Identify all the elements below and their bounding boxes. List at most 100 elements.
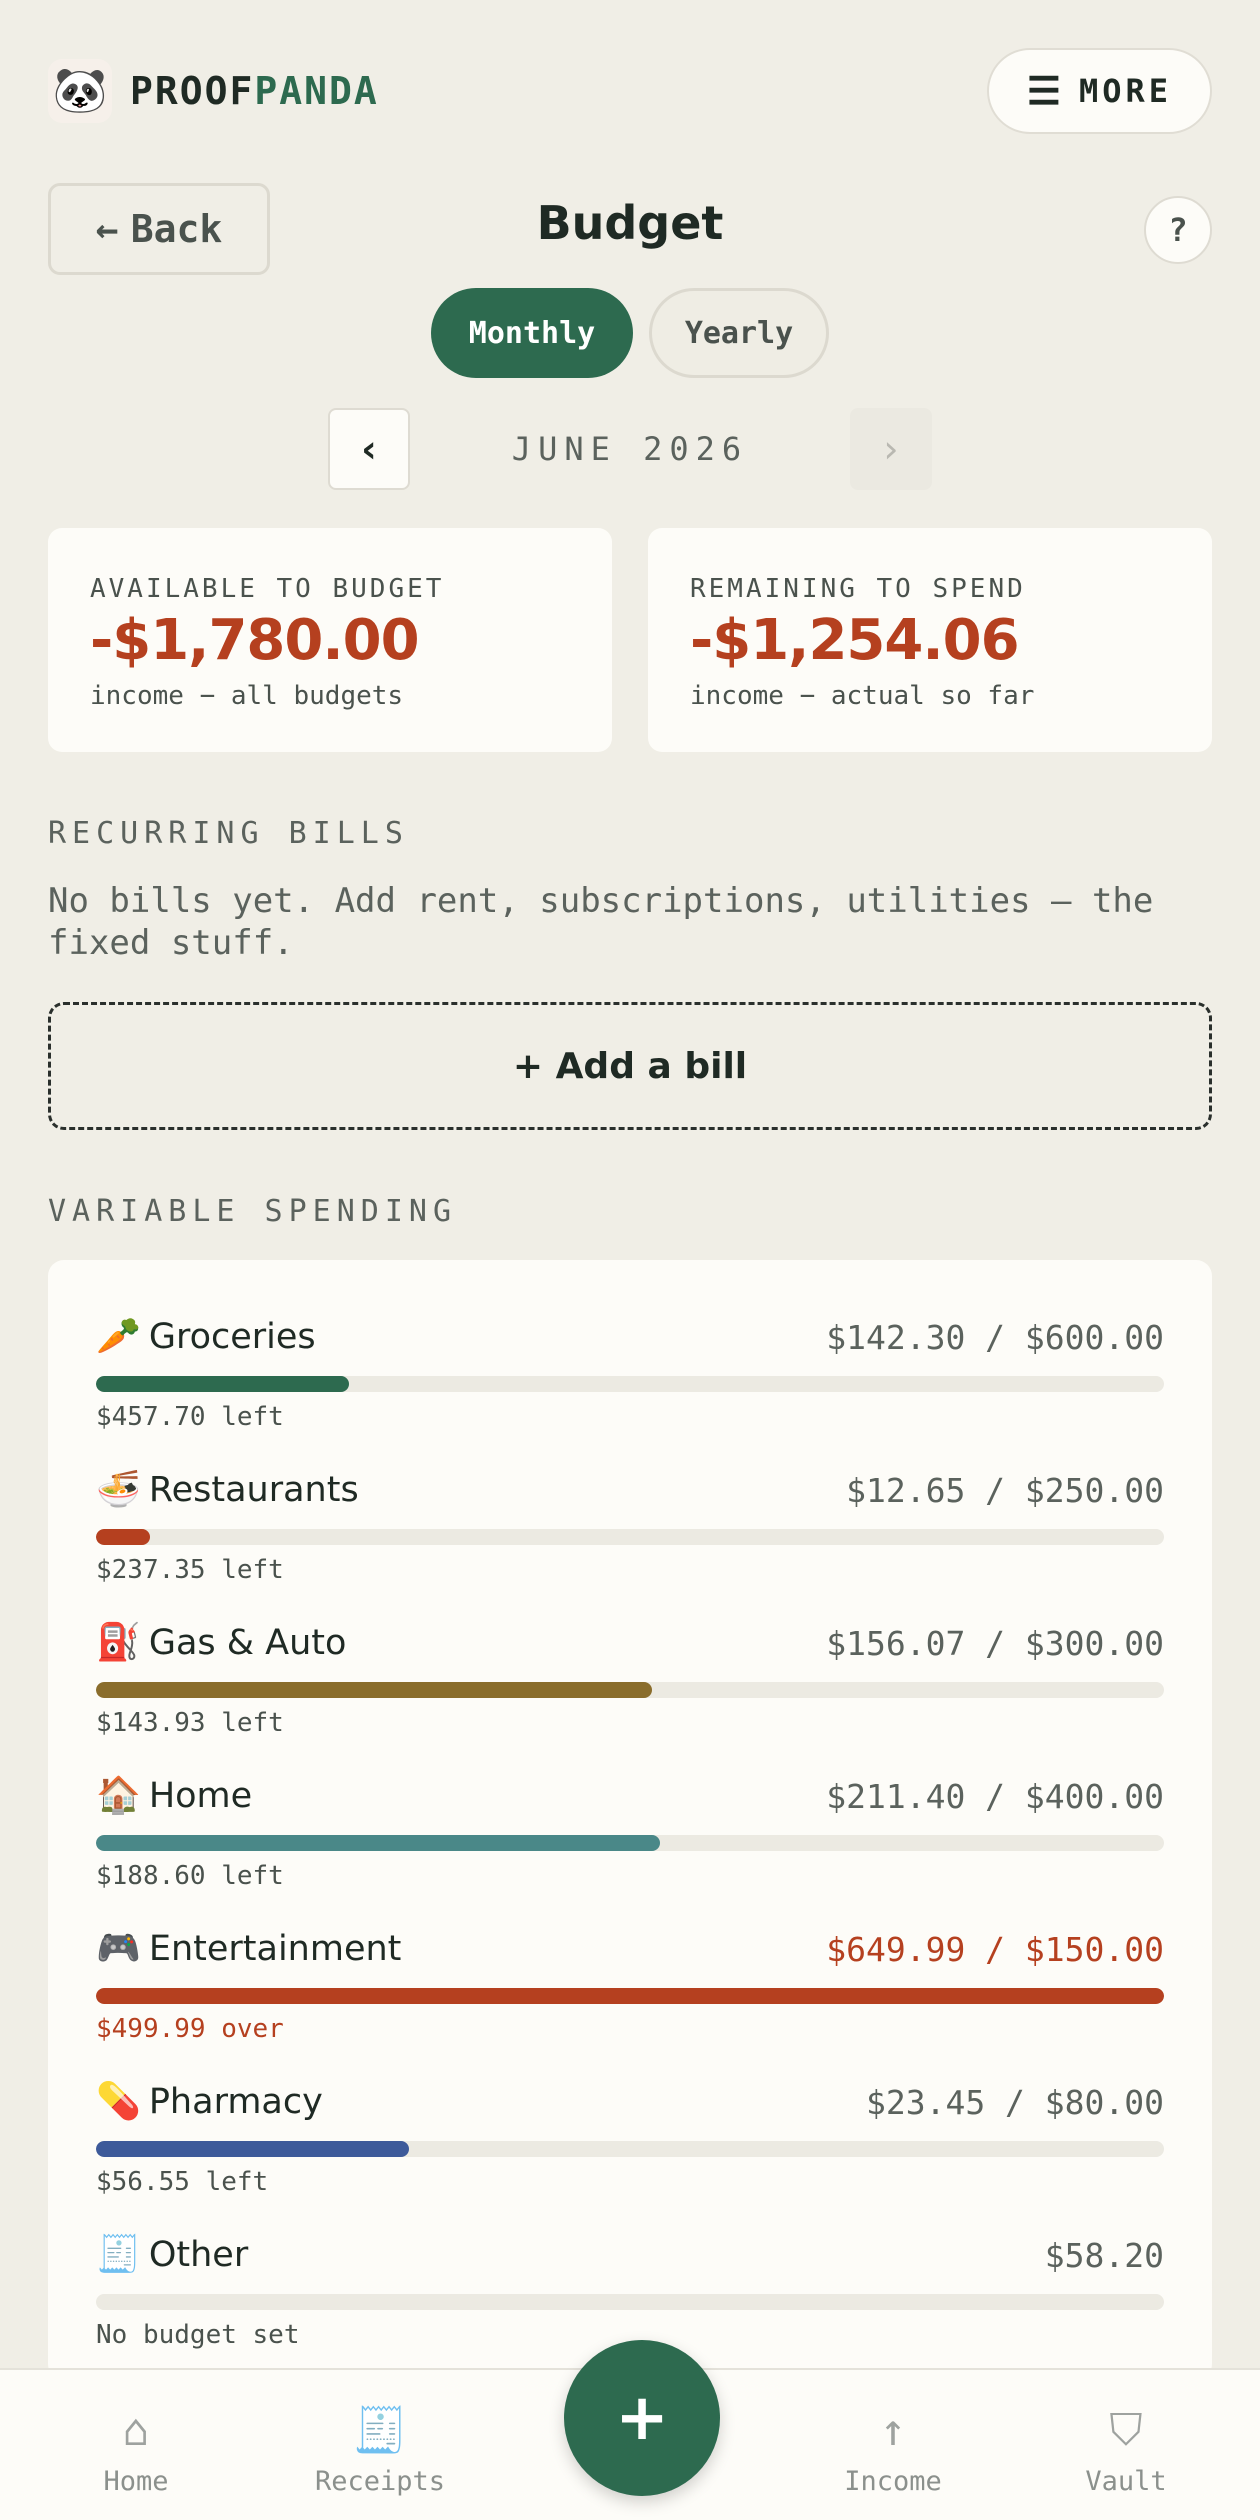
home-icon: ⌂ [122,2405,150,2456]
more-label: MORE [1078,72,1172,110]
category-amount: $649.99 / $150.00 [826,1929,1164,1969]
progress-track [96,1529,1164,1545]
category-row[interactable]: 💊 Pharmacy $23.45 / $80.00 $56.55 left [96,2077,1164,2230]
category-label: Pharmacy [148,2082,323,2122]
category-row[interactable]: 🎮 Entertainment $649.99 / $150.00 $499.99 o… [96,1924,1164,2077]
category-remaining: $457.70 left [96,1402,284,1432]
game-controller-icon: 🎮 [96,1928,141,1969]
period-toggle: Monthly Yearly [0,288,1260,378]
receipt-icon: 🧾 [352,2405,408,2456]
category-header: 🍜 Restaurants $12.65 / $250.00 [96,1465,1164,1515]
top-bar: 🐼 PROOFPANDA ☰ MORE [48,48,1212,134]
category-label: Restaurants [148,1470,359,1510]
nav-home[interactable]: ⌂ Home [46,2405,226,2498]
summary-cards: AVAILABLE TO BUDGET -$1,780.00 income − … [48,528,1212,752]
nav-income-label: Income [844,2466,942,2497]
category-label: Other [148,2235,249,2275]
pill-icon: 💊 [96,2081,141,2122]
nav-income[interactable]: ↑ Income [803,2405,983,2498]
category-header: 🏠 Home $211.40 / $400.00 [96,1771,1164,1821]
category-amount: $211.40 / $400.00 [826,1776,1164,1816]
progress-track [96,1682,1164,1698]
brand-accent: PANDA [254,69,379,113]
progress-track [96,1835,1164,1851]
nav-receipts-label: Receipts [314,2466,446,2497]
category-name: 🎮 Entertainment [96,1929,401,1969]
next-month-button[interactable]: › [850,408,932,490]
recurring-bills-heading: RECURRING BILLS [48,816,409,851]
help-button[interactable]: ? [1144,196,1212,264]
progress-track [96,2294,1164,2310]
toggle-monthly[interactable]: Monthly [431,288,633,378]
brand[interactable]: 🐼 PROOFPANDA [48,59,379,123]
available-to-budget-card: AVAILABLE TO BUDGET -$1,780.00 income − … [48,528,612,752]
remaining-to-spend-card: REMAINING TO SPEND -$1,254.06 income − a… [648,528,1212,752]
progress-track [96,1988,1164,2004]
panda-icon: 🐼 [48,59,112,123]
category-label: Groceries [148,1317,316,1357]
category-header: ⛽ Gas & Auto $156.07 / $300.00 [96,1618,1164,1668]
category-header: 💊 Pharmacy $23.45 / $80.00 [96,2077,1164,2127]
add-transaction-fab[interactable]: + [564,2340,720,2496]
month-navigator: ‹ JUNE 2026 › [0,408,1260,490]
progress-fill [96,1529,151,1545]
category-row[interactable]: 🥕 Groceries $142.30 / $600.00 $457.70 left [96,1312,1164,1465]
category-amount: $142.30 / $600.00 [826,1317,1164,1357]
brand-name: PROOFPANDA [130,69,379,113]
toggle-yearly[interactable]: Yearly [649,288,829,378]
variable-spending-heading: VARIABLE SPENDING [48,1194,458,1229]
category-amount: $156.07 / $300.00 [826,1623,1164,1663]
progress-fill [96,1376,350,1392]
category-header: 🥕 Groceries $142.30 / $600.00 [96,1312,1164,1362]
nav-receipts[interactable]: 🧾 Receipts [290,2405,470,2498]
progress-fill [96,1835,661,1851]
category-name: 🍜 Restaurants [96,1470,359,1510]
remaining-value: -$1,254.06 [690,608,1020,673]
category-row[interactable]: ⛽ Gas & Auto $156.07 / $300.00 $143.93 left [96,1618,1164,1771]
category-row[interactable]: 🏠 Home $211.40 / $400.00 $188.60 left [96,1771,1164,1924]
category-header: 🎮 Entertainment $649.99 / $150.00 [96,1924,1164,1974]
category-row[interactable]: 🍜 Restaurants $12.65 / $250.00 $237.35 left [96,1465,1164,1618]
category-label: Entertainment [148,1929,402,1969]
category-label: Home [148,1776,253,1816]
category-amount: $12.65 / $250.00 [846,1470,1164,1510]
hamburger-icon: ☰ [1026,69,1061,113]
receipt-icon: 🧾 [96,2234,141,2275]
remaining-note: income − actual so far [690,681,1035,711]
category-name: 🧾 Other [96,2235,248,2275]
category-remaining: $188.60 left [96,1861,284,1891]
remaining-label: REMAINING TO SPEND [690,574,1026,604]
noodle-bowl-icon: 🍜 [96,1469,141,1510]
progress-fill [96,1988,1164,2004]
fuel-pump-icon: ⛽ [96,1622,141,1663]
nav-vault[interactable]: ⛉ Vault [1036,2405,1216,2498]
category-remaining: $237.35 left [96,1555,284,1585]
brand-prefix: PROOF [130,69,255,113]
prev-month-button[interactable]: ‹ [328,408,410,490]
more-button[interactable]: ☰ MORE [986,48,1212,134]
available-value: -$1,780.00 [90,608,420,673]
variable-spending-card: 🥕 Groceries $142.30 / $600.00 $457.70 left 🍜… [48,1260,1212,2380]
category-header: 🧾 Other $58.20 [96,2230,1164,2280]
category-name: 🥕 Groceries [96,1317,316,1357]
category-name: ⛽ Gas & Auto [96,1623,346,1663]
category-amount: $23.45 / $80.00 [865,2082,1164,2122]
category-label: Gas & Auto [148,1623,347,1663]
available-label: AVAILABLE TO BUDGET [90,574,445,604]
add-bill-button[interactable]: + Add a bill [48,1002,1212,1130]
house-icon: 🏠 [96,1775,141,1816]
arrow-up-icon: ↑ [879,2405,907,2456]
page-title: Budget [536,196,724,250]
progress-track [96,2141,1164,2157]
recurring-empty-text: No bills yet. Add rent, subscriptions, u… [48,881,1154,963]
category-name: 💊 Pharmacy [96,2082,323,2122]
shield-icon: ⛉ [1109,2405,1143,2456]
progress-fill [96,2141,410,2157]
category-remaining: $143.93 left [96,1708,284,1738]
nav-home-label: Home [103,2466,169,2497]
progress-track [96,1376,1164,1392]
carrot-icon: 🥕 [96,1316,141,1357]
category-name: 🏠 Home [96,1776,252,1816]
nav-vault-label: Vault [1085,2466,1167,2497]
month-label: JUNE 2026 [511,430,749,468]
